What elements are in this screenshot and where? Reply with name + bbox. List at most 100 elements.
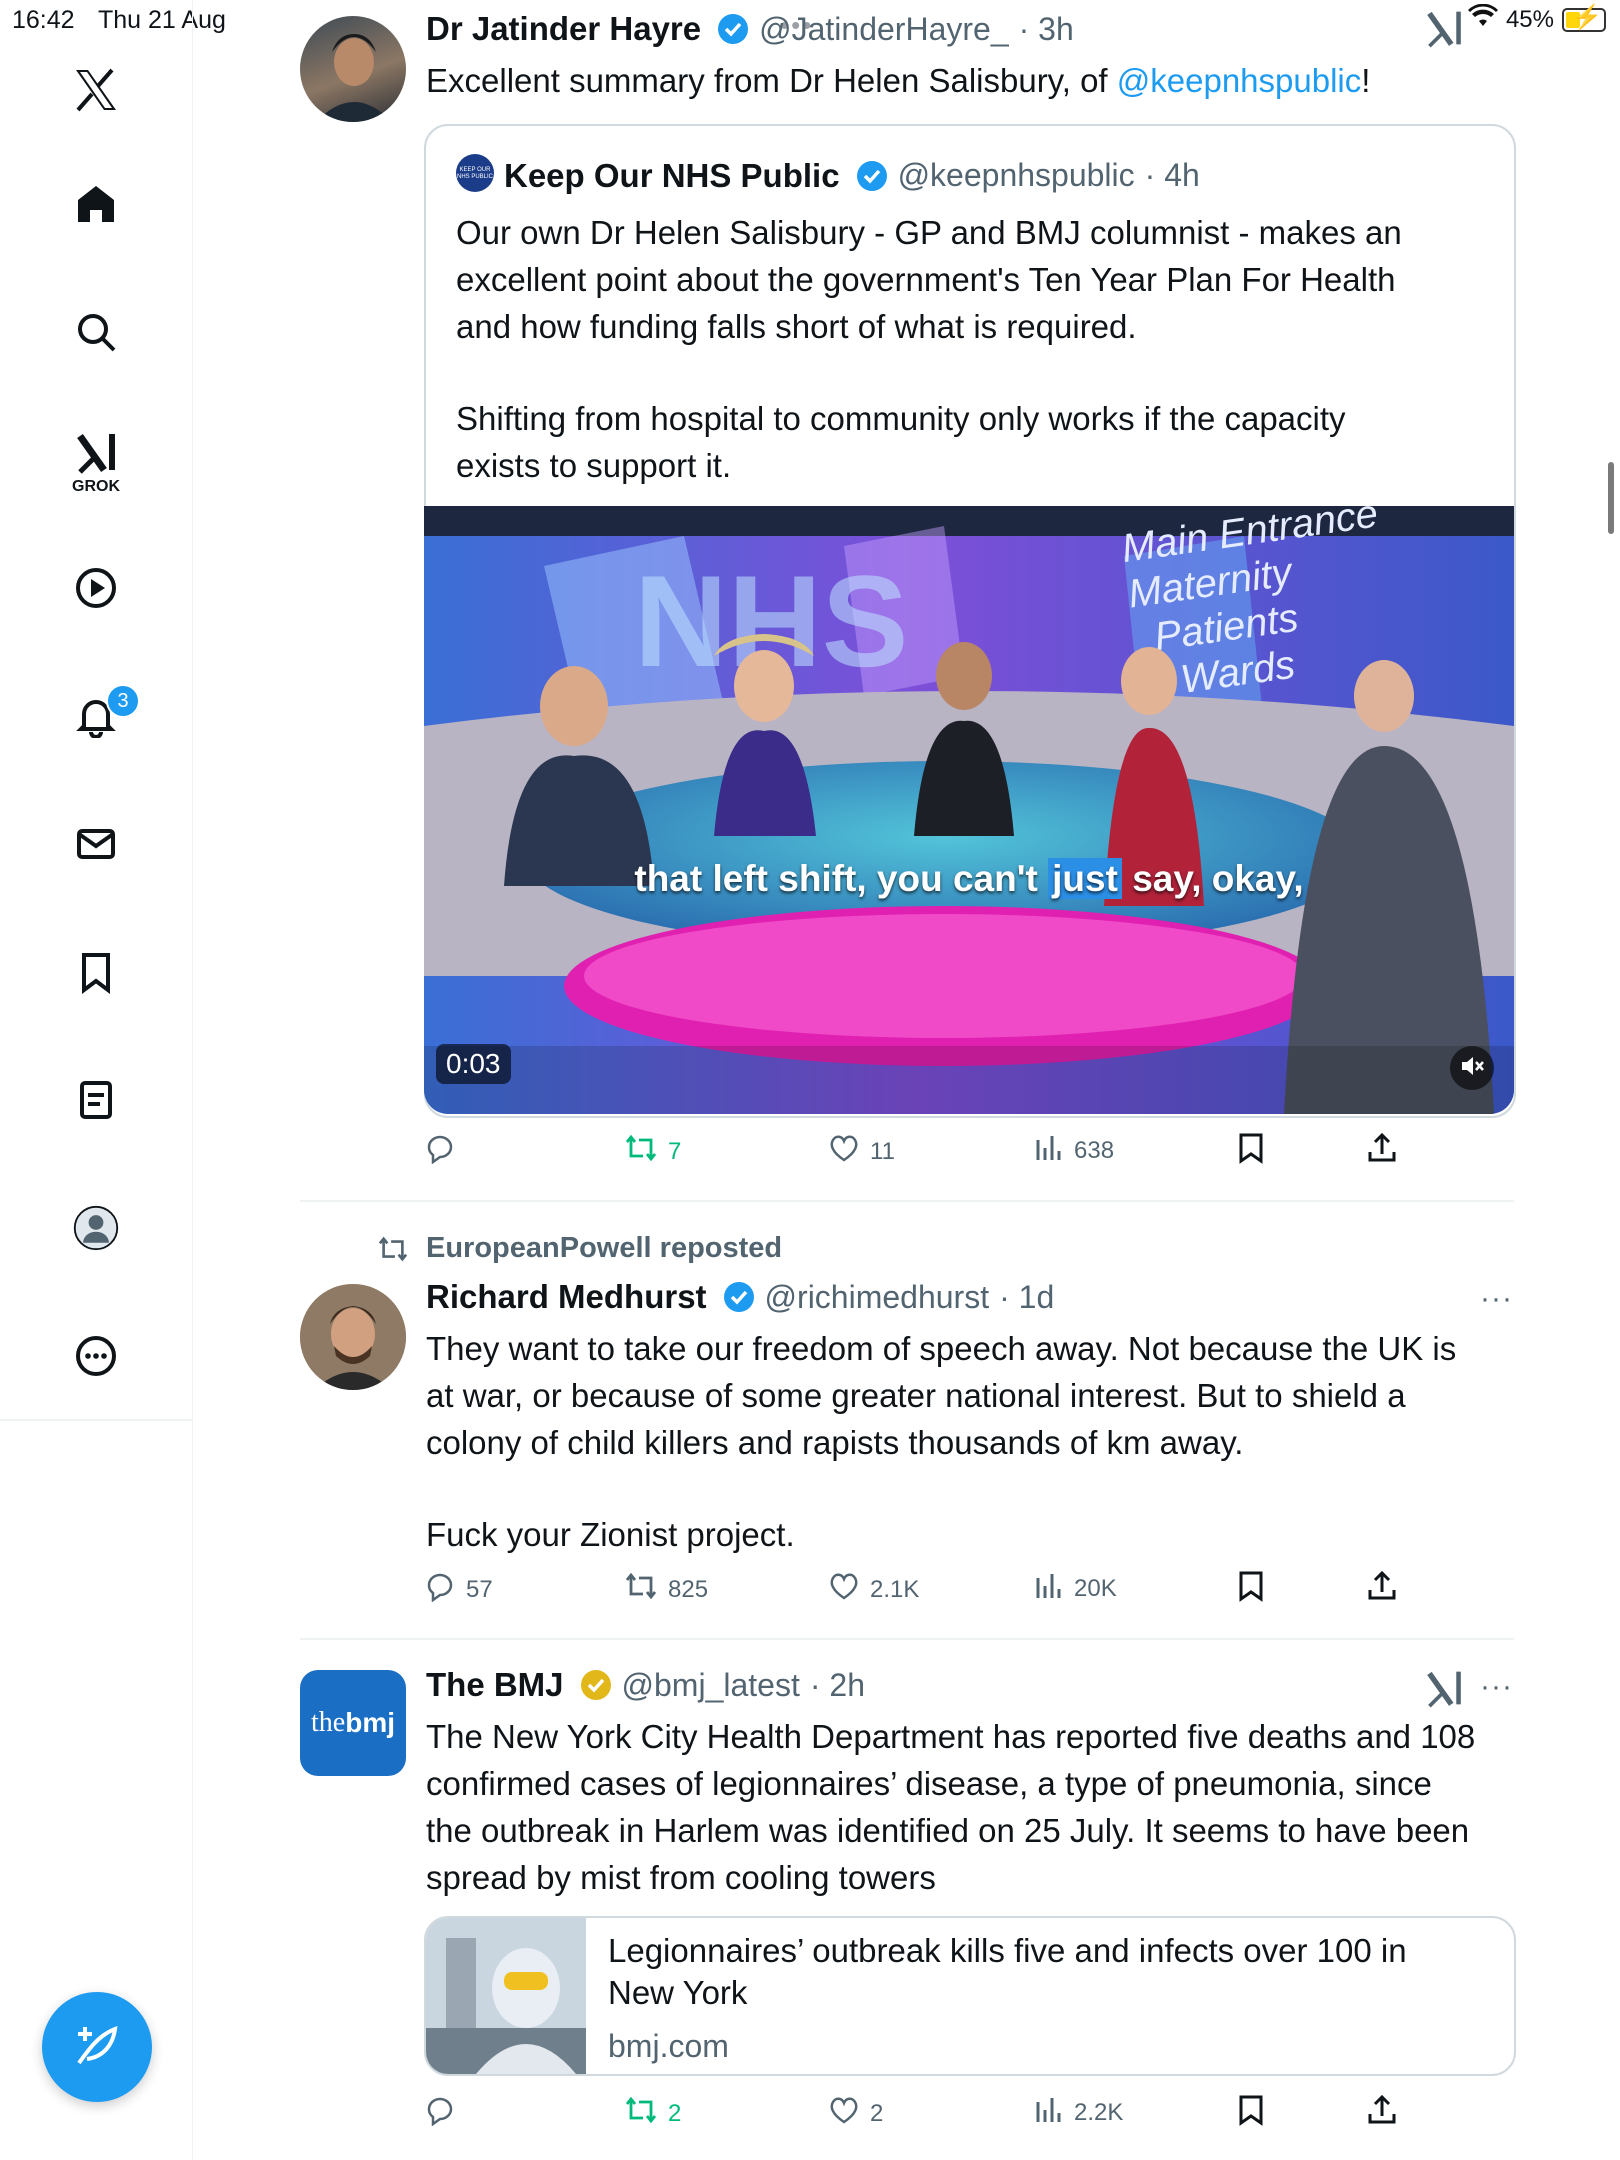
views-chart-icon: [1034, 1570, 1064, 1607]
repost-indicator-icon: [376, 1234, 410, 1269]
tweet-actions: 57 825 2.1K 20K: [424, 1570, 1424, 1614]
home-icon[interactable]: [72, 180, 120, 228]
tweet-text-line: The New York City Health Department has …: [426, 1718, 1476, 1755]
tweet-header: Richard Medhurst @richimedhurst · 1d: [426, 1278, 1054, 1316]
share-button[interactable]: [1366, 2094, 1398, 2133]
battery-percent: 45%: [1505, 5, 1554, 33]
bookmarks-icon[interactable]: [72, 948, 120, 996]
tweet-text-line: confirmed cases of legionnaires’ disease…: [426, 1765, 1432, 1802]
reply-icon: [424, 2094, 456, 2133]
more-options-icon[interactable]: ···: [1480, 1282, 1513, 1316]
like-button[interactable]: 2.1K: [828, 1570, 919, 1609]
status-right: 45% ⚡: [1467, 3, 1606, 35]
avatar[interactable]: [300, 16, 406, 122]
tweet-text-line: colony of child killers and rapists thou…: [426, 1424, 1244, 1461]
video-play-icon[interactable]: [72, 564, 120, 612]
repost-by-label[interactable]: EuropeanPowell reposted: [426, 1232, 782, 1265]
profile-icon[interactable]: [72, 1204, 120, 1252]
quote-author-name[interactable]: Keep Our NHS Public: [504, 157, 840, 195]
bookmark-icon: [1236, 1570, 1266, 1609]
sidebar-divider: [0, 1419, 192, 1421]
like-button[interactable]: 2: [828, 2094, 883, 2133]
mention-link[interactable]: @keepnhspublic: [1117, 62, 1362, 99]
messages-envelope-icon[interactable]: [72, 820, 120, 868]
muted-speaker-icon: [1459, 1053, 1485, 1084]
tweet-time[interactable]: · 3h: [1019, 11, 1074, 48]
wifi-icon: [1467, 3, 1498, 35]
x-logo-icon[interactable]: [72, 66, 120, 114]
quote-text-line: and how funding falls short of what is r…: [456, 308, 1137, 345]
author-name[interactable]: The BMJ: [426, 1666, 564, 1704]
heart-icon: [828, 1132, 860, 1171]
author-handle[interactable]: @JatinderHayre_: [759, 11, 1008, 48]
repost-icon: [624, 1132, 658, 1171]
bookmark-icon: [1236, 2094, 1266, 2133]
author-name[interactable]: Richard Medhurst: [426, 1278, 707, 1316]
share-button[interactable]: [1366, 1570, 1398, 1609]
video-caption: that left shift, you can't just say, oka…: [634, 858, 1304, 899]
tweet-header: The BMJ @bmj_latest · 2h: [426, 1666, 865, 1704]
quote-text-line: Our own Dr Helen Salisbury - GP and BMJ …: [456, 214, 1402, 251]
avatar[interactable]: [300, 1284, 406, 1390]
like-button[interactable]: 11: [828, 1132, 895, 1171]
battery-icon: ⚡: [1562, 4, 1606, 32]
more-circle-icon[interactable]: [72, 1332, 120, 1380]
tweet-text-line: at war, or because of some greater natio…: [426, 1377, 1406, 1414]
author-handle[interactable]: @richimedhurst: [765, 1279, 990, 1316]
quote-header: KEEP OUR NHS PUBLIC Keep Our NHS Public @…: [456, 154, 1200, 197]
quote-text-line: exists to support it.: [456, 447, 732, 484]
bookmark-icon: [1236, 1132, 1266, 1171]
video-player[interactable]: NHS Main Entrance Maternity Patients War…: [424, 506, 1514, 1114]
views-chart-icon: [1034, 2094, 1064, 2131]
search-icon[interactable]: [72, 308, 120, 356]
reply-button[interactable]: [424, 1132, 466, 1171]
more-options-icon[interactable]: ···: [1480, 1670, 1513, 1704]
author-handle[interactable]: @bmj_latest: [622, 1667, 800, 1704]
link-preview-card[interactable]: Legionnaires’ outbreak kills five and in…: [424, 1916, 1516, 2076]
grok-explain-icon[interactable]: [1424, 8, 1464, 53]
notifications-badge: 3: [106, 684, 140, 718]
repost-button[interactable]: 7: [624, 1132, 681, 1171]
quote-author-handle[interactable]: @keepnhspublic: [898, 157, 1135, 194]
repost-button[interactable]: 2: [624, 2094, 681, 2133]
tweet-time[interactable]: · 2h: [810, 1667, 865, 1704]
video-frame: NHS Main Entrance Maternity Patients War…: [424, 506, 1514, 1114]
views-button[interactable]: 2.2K: [1034, 2094, 1123, 2131]
reply-button[interactable]: [424, 2094, 466, 2133]
share-upload-icon: [1366, 1132, 1398, 1171]
tweet-header: Dr Jatinder Hayre @JatinderHayre_ · 3h: [426, 10, 1074, 48]
grok-icon[interactable]: [72, 428, 120, 476]
tweet-text-line: spread by mist from cooling towers: [426, 1859, 936, 1896]
avatar[interactable]: the bmj: [300, 1670, 406, 1776]
tweet-text-line: Fuck your Zionist project.: [426, 1516, 795, 1553]
quote-text-line: excellent point about the government's T…: [456, 261, 1396, 298]
tweet-text: Excellent summary from Dr Helen Salisbur…: [426, 62, 1371, 99]
bookmark-button[interactable]: [1236, 1132, 1266, 1171]
scrollbar[interactable]: [1608, 462, 1614, 534]
grok-label: GROK: [72, 478, 120, 495]
tweet-text-line: the outbreak in Harlem was identified on…: [426, 1812, 1470, 1849]
repost-icon: [624, 2094, 658, 2133]
bookmark-button[interactable]: [1236, 2094, 1266, 2133]
compose-feather-icon: [71, 2019, 123, 2076]
svg-text:NHS PUBLIC: NHS PUBLIC: [457, 174, 494, 180]
compose-button[interactable]: [42, 1992, 152, 2102]
share-button[interactable]: [1366, 1132, 1398, 1171]
quote-time[interactable]: · 4h: [1145, 157, 1200, 194]
repost-button[interactable]: 825: [624, 1570, 708, 1609]
link-thumbnail: [426, 1918, 586, 2074]
tweet-time[interactable]: · 1d: [999, 1279, 1054, 1316]
grok-explain-icon[interactable]: [1424, 1668, 1464, 1713]
link-title: Legionnaires’ outbreak kills five and in…: [608, 1932, 1407, 2011]
reply-button[interactable]: 57: [424, 1570, 493, 1609]
views-button[interactable]: 638: [1034, 1132, 1114, 1169]
mute-button[interactable]: [1450, 1046, 1494, 1090]
repost-icon: [624, 1570, 658, 1609]
bookmark-button[interactable]: [1236, 1570, 1266, 1609]
views-button[interactable]: 20K: [1034, 1570, 1117, 1607]
tweet-actions: 7 11 638: [424, 1132, 1424, 1176]
svg-text:KEEP OUR: KEEP OUR: [460, 167, 492, 173]
author-name[interactable]: Dr Jatinder Hayre: [426, 10, 701, 48]
tweet-separator: [300, 1638, 1514, 1640]
lists-icon[interactable]: [72, 1076, 120, 1124]
